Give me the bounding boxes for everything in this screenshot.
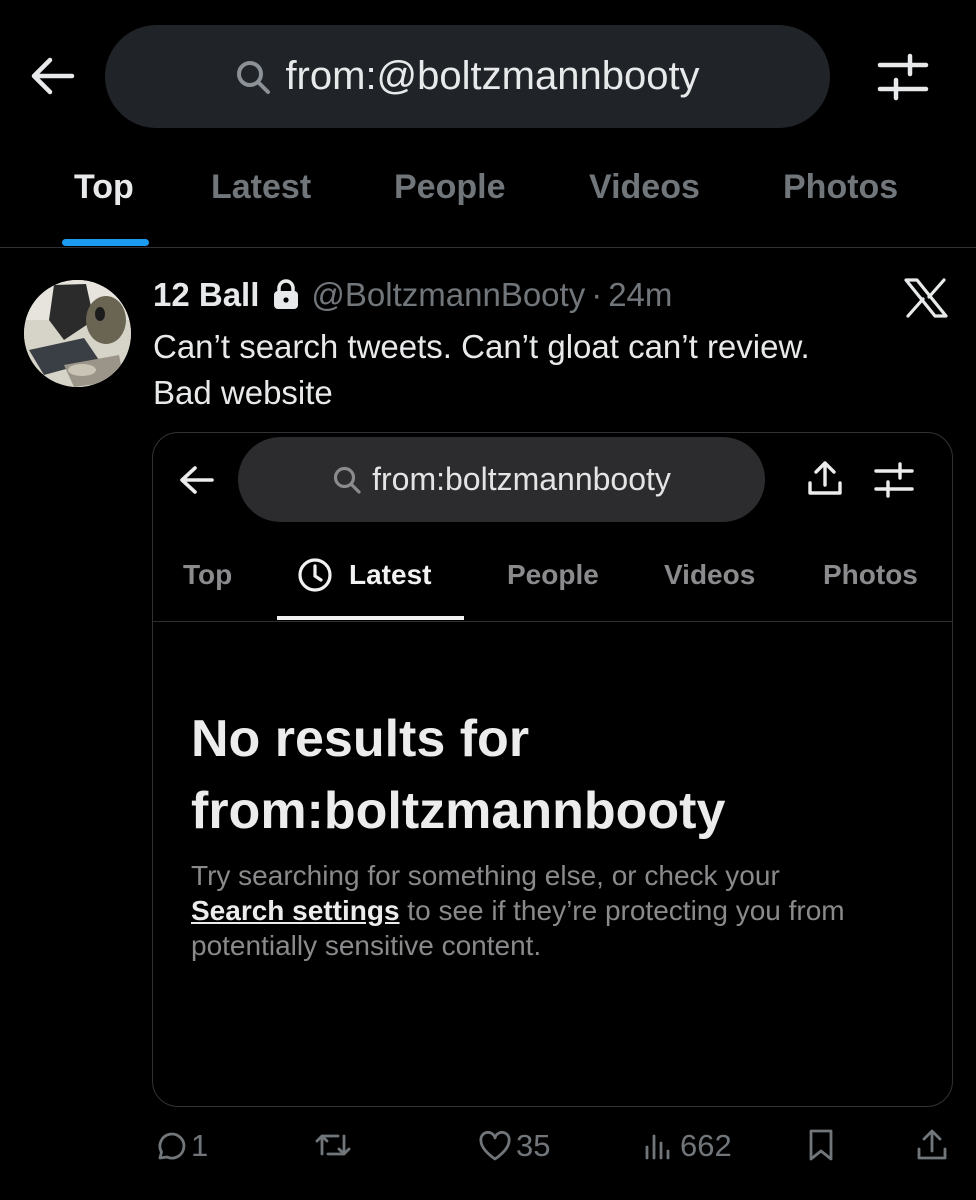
x-logo-icon [904,278,948,318]
embedded-tab-people: People [507,559,599,590]
embedded-tab-indicator [277,616,464,620]
search-settings-link: Search settings [191,895,400,926]
like-button[interactable]: 35 [478,1128,550,1164]
share-icon [917,1129,947,1160]
separator-dot: · [591,276,603,313]
heart-icon [479,1130,511,1161]
share-button[interactable] [915,1128,949,1162]
embedded-tab-videos: Videos [664,559,756,590]
views-count: 662 [680,1128,732,1163]
sliders-icon [877,53,929,101]
active-tab-indicator [62,239,149,246]
embedded-search-bar: from:boltzmannbooty [238,437,765,522]
embedded-tab-latest: Latest [349,559,432,590]
embedded-tab-top: Top [183,559,233,590]
embedded-search-query: from:boltzmannbooty [372,461,671,497]
no-results-hint: Try searching for something else, or che… [191,858,911,963]
reply-icon [158,1132,186,1160]
retweet-icon [315,1134,351,1156]
back-button[interactable] [28,52,76,100]
retweet-button[interactable] [314,1128,356,1162]
hint-text: Try searching for something else, or che… [191,860,780,891]
author-name[interactable]: 12 Ball [153,276,259,314]
reply-count: 1 [191,1128,209,1163]
embedded-back-icon [177,463,215,497]
bookmark-icon [809,1129,833,1161]
tab-latest[interactable]: Latest [211,168,311,207]
views-button[interactable]: 662 [642,1128,732,1164]
tweet-timestamp[interactable]: 24m [608,276,672,314]
embedded-tabs-divider [153,621,952,622]
views-icon [645,1134,670,1160]
tweet-text-line: Bad website [153,374,333,411]
no-results-heading: No results for from:boltzmannbooty [191,703,931,847]
like-count: 35 [516,1128,551,1163]
no-results-line: No results for [191,710,530,768]
search-icon [237,60,271,94]
tab-photos[interactable]: Photos [783,168,898,207]
tab-people[interactable]: People [394,168,505,207]
tweet-text: Can’t search tweets. Can’t gloat can’t r… [153,324,943,416]
clock-icon [297,557,333,593]
search-query: from:@boltzmannbooty [285,54,700,98]
embedded-search-icon [333,466,361,494]
embedded-tab-photos: Photos [823,559,918,590]
lock-icon [274,279,299,309]
author-handle[interactable]: @BoltzmannBooty [311,276,585,314]
tab-videos[interactable]: Videos [589,168,700,207]
embedded-sliders-icon [873,461,915,499]
avatar[interactable] [24,280,131,387]
embedded-share-icon [805,459,845,499]
tabs-divider [0,247,976,248]
arrow-left-icon [31,57,75,95]
tweet-text-line: Can’t search tweets. Can’t gloat can’t r… [153,328,810,365]
bookmark-button[interactable] [806,1128,836,1162]
tweet-header: 12 Ball @BoltzmannBooty · 24m [153,276,672,314]
no-results-line: from:boltzmannbooty [191,782,726,840]
search-filter-button[interactable] [876,52,930,102]
reply-button[interactable]: 1 [153,1128,208,1164]
tab-top[interactable]: Top [74,168,134,207]
avatar-image [24,280,131,387]
tweet-media-image[interactable]: from:boltzmannbooty Top Latest People Vi… [152,432,953,1107]
search-input[interactable]: from:@boltzmannbooty [105,25,830,128]
